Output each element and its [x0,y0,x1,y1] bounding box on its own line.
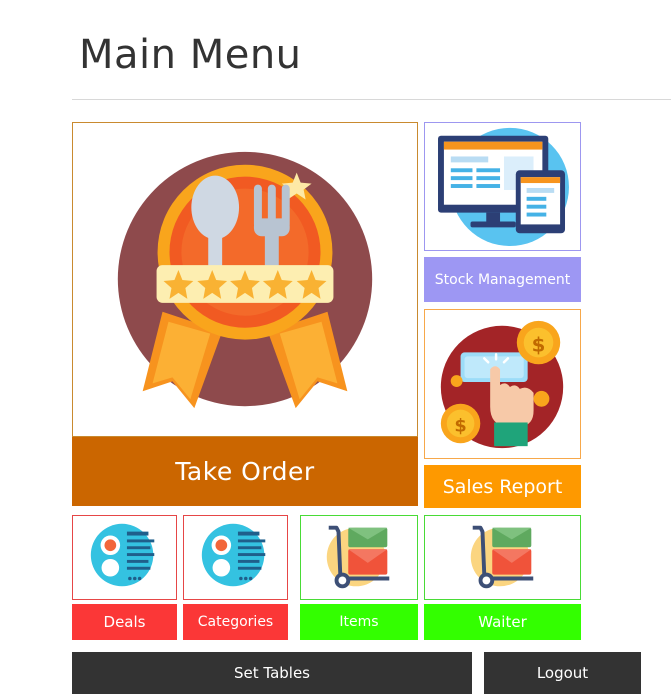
waiter-tile[interactable] [424,515,581,600]
set-tables-button[interactable]: Set Tables [72,652,472,694]
svg-text:$: $ [454,416,466,436]
logout-button[interactable]: Logout [484,652,641,694]
hand-truck-icon [470,525,534,589]
title-divider [72,99,671,100]
svg-text:$: $ [532,333,546,356]
waiter-button[interactable]: Waiter [424,604,581,640]
list-document-icon [90,523,155,587]
deals-button[interactable]: Deals [72,604,177,640]
categories-tile[interactable] [183,515,288,600]
sales-report-button[interactable]: Sales Report [424,465,581,508]
award-cutlery-icon [117,151,373,409]
sales-report-tile[interactable]: $ $ [424,309,581,459]
take-order-button[interactable]: Take Order [72,437,418,506]
categories-button[interactable]: Categories [183,604,288,640]
items-button[interactable]: Items [300,604,418,640]
items-tile[interactable] [300,515,418,600]
stock-management-tile[interactable] [424,122,581,251]
computer-devices-icon [438,127,569,247]
payment-touch-icon: $ $ [440,320,564,449]
list-document-icon [201,523,266,587]
page-title: Main Menu [79,32,302,78]
deals-tile[interactable] [72,515,177,600]
take-order-tile[interactable] [72,122,418,437]
stock-management-button[interactable]: Stock Management [424,257,581,302]
hand-truck-icon [326,525,390,589]
